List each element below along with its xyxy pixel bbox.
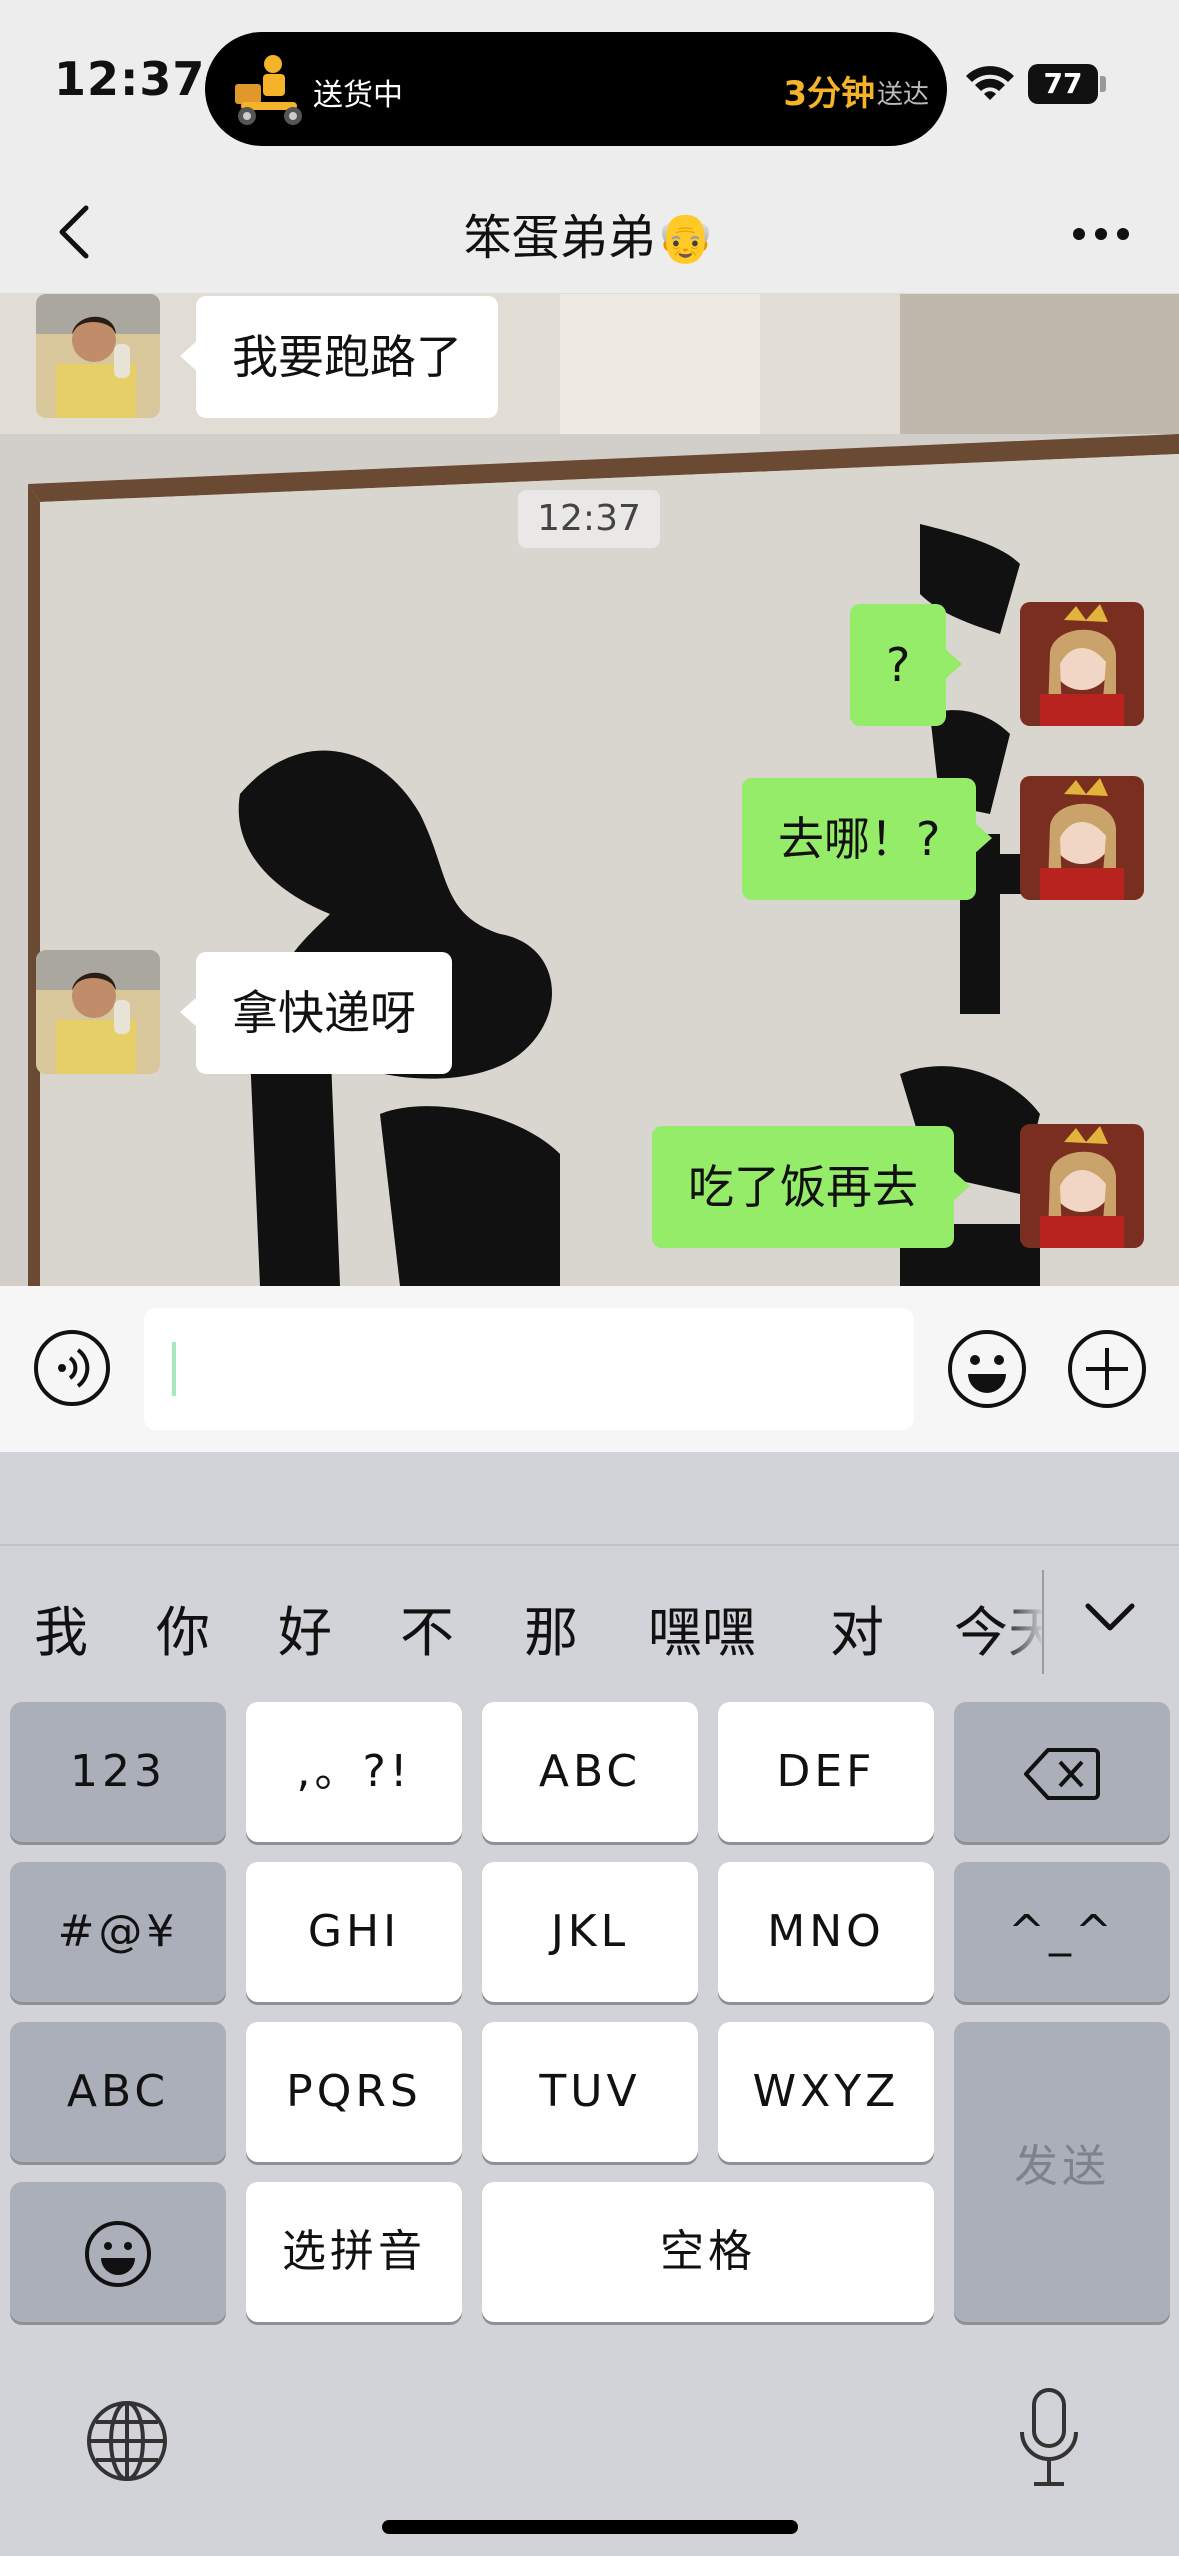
candidate-word[interactable]: 好 [278,1588,332,1667]
microphone-icon[interactable] [1014,2386,1084,2490]
key-punctuation[interactable]: ,。?! [246,1702,462,1842]
key-abc-mode[interactable]: ABC [10,2022,226,2162]
more-icon[interactable] [1061,198,1141,268]
message-bubble-incoming[interactable]: 我要跑路了 [180,296,498,418]
candidate-word[interactable]: 嘿嘿 [648,1588,756,1667]
key-mno[interactable]: MNO [718,1862,934,2002]
send-button[interactable]: 发送 [954,2022,1170,2322]
battery-indicator: 77 [1028,64,1106,104]
key-tuv[interactable]: TUV [482,2022,698,2162]
key-123[interactable]: 123 [10,1702,226,1842]
candidate-word[interactable]: 你 [156,1588,210,1667]
delivery-status: 送货中 [313,78,403,113]
message-bubble-incoming[interactable]: 拿快递呀 [180,952,452,1074]
voice-icon[interactable] [32,1328,112,1408]
candidate-word[interactable]: 我 [34,1588,88,1667]
key-emoticon[interactable]: ^_^ [954,1862,1170,2002]
contact-avatar[interactable] [36,950,160,1074]
wifi-icon [966,66,1014,100]
message-bubble-outgoing[interactable]: 吃了饭再去 [652,1126,970,1248]
key-def[interactable]: DEF [718,1702,934,1842]
scooter-icon [235,55,302,125]
candidate-word[interactable]: 不 [400,1588,454,1667]
dynamic-island-delivery[interactable]: 送货中 3分钟 送达 [205,32,947,146]
status-bar: 12:37 送货中 3分钟 送达 77 [0,0,1179,170]
text-caret [172,1342,176,1396]
key-symbols[interactable]: #@¥ [10,1862,226,2002]
key-abc[interactable]: ABC [482,1702,698,1842]
my-avatar[interactable] [1020,602,1144,726]
ime-keyboard: 我 你 好 不 那 嘿嘿 对 今天 123 ,。?! ABC DEF #@¥ G… [0,1452,1179,2556]
message-bubble-outgoing[interactable]: ? [850,604,963,726]
smiley-icon [85,2221,151,2287]
status-time: 12:37 [54,52,206,106]
key-emoji[interactable] [10,2182,226,2322]
home-indicator[interactable] [382,2520,798,2534]
message-bubble-outgoing[interactable]: 去哪！? [742,778,993,900]
my-avatar[interactable] [1020,776,1144,900]
contact-avatar[interactable] [36,294,160,418]
battery-level: 77 [1043,67,1083,100]
chat-title: 笨蛋弟弟👴 [463,210,716,266]
globe-icon[interactable] [84,2398,170,2484]
key-ghi[interactable]: GHI [246,1862,462,2002]
my-avatar[interactable] [1020,1124,1144,1248]
candidate-word[interactable]: 那 [524,1588,578,1667]
message-input[interactable] [144,1308,914,1430]
message-input-bar [0,1286,1179,1452]
emoji-icon[interactable] [946,1328,1028,1410]
key-space[interactable]: 空格 [482,2182,934,2322]
key-select-pinyin[interactable]: 选拼音 [246,2182,462,2322]
delivery-eta: 3分钟 [783,74,875,114]
message-timestamp: 12:37 [518,490,660,548]
delivery-eta-suffix: 送达 [876,80,929,110]
chat-background-image [0,294,1179,1286]
chevron-down-icon[interactable] [1078,1592,1142,1642]
key-wxyz[interactable]: WXYZ [718,2022,934,2162]
backspace-icon [1024,1748,1100,1800]
chat-message-list[interactable]: 12:37 我要跑路了 ? 去哪！? 拿快递呀 吃了饭再去 [0,294,1179,1286]
candidate-word[interactable]: 对 [830,1588,884,1667]
key-backspace[interactable] [954,1702,1170,1842]
chat-nav-bar: 笨蛋弟弟👴 [0,170,1179,294]
key-jkl[interactable]: JKL [482,1862,698,2002]
key-pqrs[interactable]: PQRS [246,2022,462,2162]
plus-icon[interactable] [1066,1328,1148,1410]
candidate-bar: 我 你 好 不 那 嘿嘿 对 今天 [0,1548,1179,1692]
